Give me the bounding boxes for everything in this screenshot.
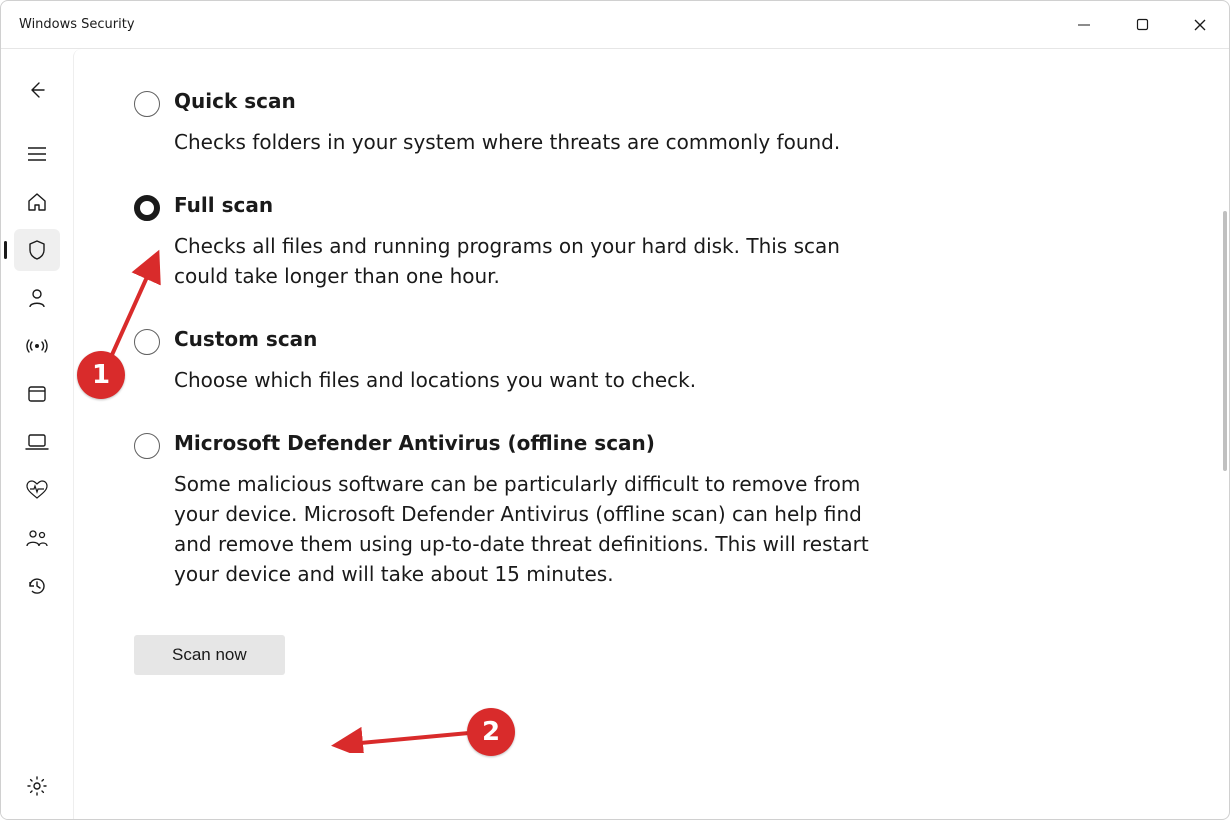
scan-option-custom[interactable]: Custom scan Choose which files and locat…: [134, 327, 1169, 395]
back-button[interactable]: [14, 69, 60, 111]
sidebar-item-protection-history[interactable]: [14, 565, 60, 607]
person-icon: [27, 287, 47, 309]
scan-now-button[interactable]: Scan now: [134, 635, 285, 675]
sidebar-item-device-security[interactable]: [14, 421, 60, 463]
annotation-arrow-1: [101, 247, 171, 367]
scan-option-description: Checks all files and running programs on…: [174, 231, 874, 291]
sidebar-item-device-performance[interactable]: [14, 469, 60, 511]
main-content: Quick scan Checks folders in your system…: [73, 49, 1229, 819]
antenna-icon: [26, 335, 48, 357]
minimize-button[interactable]: [1055, 1, 1113, 49]
scan-option-title: Quick scan: [174, 89, 840, 113]
back-icon: [27, 80, 47, 100]
scan-option-full[interactable]: Full scan Checks all files and running p…: [134, 193, 1169, 291]
close-icon: [1193, 18, 1207, 32]
scan-option-description: Choose which files and locations you wan…: [174, 365, 696, 395]
radio-quick[interactable]: [134, 91, 160, 117]
scan-option-title: Custom scan: [174, 327, 696, 351]
hamburger-icon: [27, 146, 47, 162]
sidebar-item-home[interactable]: [14, 181, 60, 223]
radio-offline[interactable]: [134, 433, 160, 459]
sidebar-item-settings[interactable]: [14, 765, 60, 807]
close-button[interactable]: [1171, 1, 1229, 49]
scan-option-description: Checks folders in your system where thre…: [174, 127, 840, 157]
annotation-badge-1: 1: [77, 351, 125, 399]
minimize-icon: [1077, 18, 1091, 32]
sidebar-item-account[interactable]: [14, 277, 60, 319]
sidebar: [1, 49, 73, 819]
sidebar-item-virus-threat[interactable]: [14, 229, 60, 271]
scan-option-title: Microsoft Defender Antivirus (offline sc…: [174, 431, 874, 455]
app-window-icon: [27, 384, 47, 404]
home-icon: [26, 191, 48, 213]
titlebar: Windows Security: [1, 1, 1229, 49]
maximize-icon: [1136, 18, 1149, 31]
people-icon: [25, 528, 49, 548]
heart-pulse-icon: [25, 480, 49, 500]
radio-full[interactable]: [134, 195, 160, 221]
gear-icon: [26, 775, 48, 797]
shield-icon: [27, 239, 47, 261]
window-title: Windows Security: [19, 17, 135, 32]
scan-option-description: Some malicious software can be particula…: [174, 469, 874, 589]
sidebar-item-app-browser[interactable]: [14, 373, 60, 415]
annotation-badge-2: 2: [467, 708, 515, 756]
scan-option-offline[interactable]: Microsoft Defender Antivirus (offline sc…: [134, 431, 1169, 589]
history-icon: [26, 575, 48, 597]
sidebar-item-menu[interactable]: [14, 133, 60, 175]
maximize-button[interactable]: [1113, 1, 1171, 49]
window-controls: [1055, 1, 1229, 49]
sidebar-item-firewall[interactable]: [14, 325, 60, 367]
scrollbar[interactable]: [1223, 211, 1227, 471]
scan-option-title: Full scan: [174, 193, 874, 217]
sidebar-item-family[interactable]: [14, 517, 60, 559]
annotation-arrow-2: [329, 723, 479, 753]
laptop-icon: [25, 433, 49, 451]
scan-option-quick[interactable]: Quick scan Checks folders in your system…: [134, 89, 1169, 157]
